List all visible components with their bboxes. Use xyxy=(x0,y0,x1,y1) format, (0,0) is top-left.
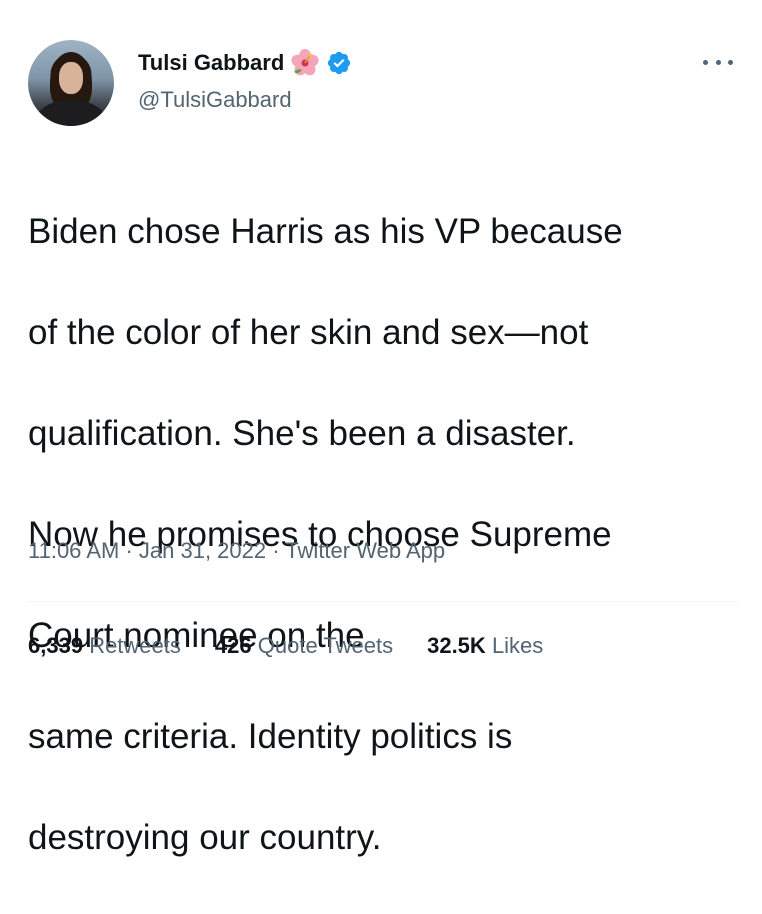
author-handle[interactable]: @TulsiGabbard xyxy=(138,87,292,113)
separator: · xyxy=(125,538,139,563)
tweet-line: same criteria. Identity politics is xyxy=(28,716,513,756)
verified-icon xyxy=(326,50,352,76)
more-options-icon[interactable] xyxy=(703,52,733,72)
retweets-label: Retweets xyxy=(89,633,181,658)
separator: · xyxy=(272,538,286,563)
tweet-text: Biden chose Harris as his VP because of … xyxy=(28,156,748,914)
likes-count: 32.5K xyxy=(427,633,486,658)
dot xyxy=(715,59,721,65)
avatar[interactable] xyxy=(28,40,114,126)
hibiscus-icon xyxy=(290,48,320,78)
divider xyxy=(28,601,738,602)
quote-tweets-count: 426 xyxy=(214,633,252,658)
retweets-stat[interactable]: 6,339 Retweets xyxy=(28,633,181,659)
likes-stat[interactable]: 32.5K Likes xyxy=(427,633,543,659)
likes-label: Likes xyxy=(491,633,544,658)
tweet-line: qualification. She's been a disaster. xyxy=(28,413,576,453)
tweet-line: of the color of her skin and sex—not xyxy=(28,312,589,352)
quote-tweets-stat[interactable]: 426 Quote Tweets xyxy=(215,633,393,659)
retweets-count: 6,339 xyxy=(28,633,84,658)
tweet-line: Biden chose Harris as his VP because xyxy=(28,211,623,251)
dot xyxy=(703,59,708,65)
tweet-date[interactable]: Jan 31, 2022 xyxy=(139,538,266,563)
tweet-stats: 6,339 Retweets 426 Quote Tweets 32.5K Li… xyxy=(28,633,543,659)
avatar-face xyxy=(59,62,83,94)
avatar-shoulders xyxy=(36,100,106,126)
tweet-metadata: 11:06 AM · Jan 31, 2022 · Twitter Web Ap… xyxy=(28,538,445,564)
quote-tweets-label: Quote Tweets xyxy=(257,633,394,658)
tweet-source[interactable]: Twitter Web App xyxy=(285,538,445,563)
display-name[interactable]: Tulsi Gabbard xyxy=(138,50,284,76)
tweet-time[interactable]: 11:06 AM xyxy=(28,538,119,563)
tweet-line: destroying our country. xyxy=(28,817,382,857)
author-name-row: Tulsi Gabbard xyxy=(138,48,352,78)
dot xyxy=(728,59,733,65)
